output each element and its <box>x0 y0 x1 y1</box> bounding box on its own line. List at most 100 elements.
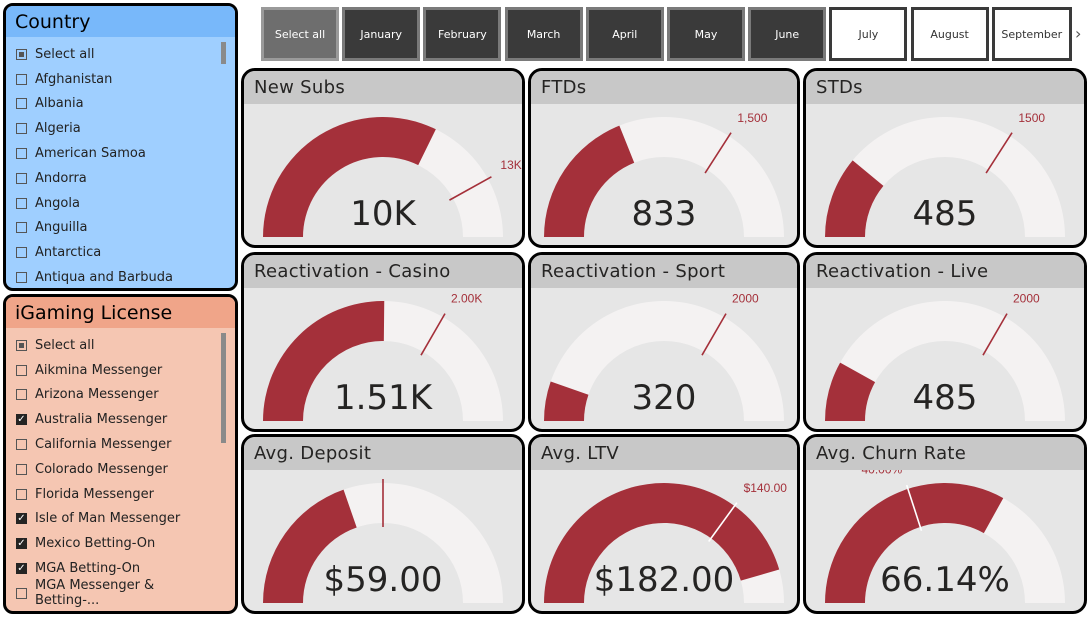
checkbox[interactable] <box>16 339 27 351</box>
country-item-label: Antiqua and Barbuda <box>35 270 173 286</box>
country-item-label: Antarctica <box>35 245 102 261</box>
checkbox[interactable] <box>16 439 27 451</box>
checkbox[interactable] <box>16 247 27 259</box>
month-button[interactable]: Select all <box>261 7 339 61</box>
checkbox[interactable]: ✓ <box>16 563 27 575</box>
gauge-value-arc <box>544 125 635 237</box>
month-button[interactable]: April <box>585 7 664 61</box>
checkbox[interactable] <box>16 488 27 500</box>
kpi-card: Avg. LTV $140.00 $182.00 <box>528 434 800 614</box>
country-item[interactable]: Algeria <box>16 116 221 141</box>
country-item[interactable]: Andorra <box>16 166 221 191</box>
checkbox[interactable] <box>16 222 27 234</box>
checkbox[interactable] <box>16 587 27 599</box>
country-item[interactable]: American Samoa <box>16 141 221 166</box>
checkbox[interactable] <box>16 48 27 60</box>
kpi-card: Reactivation - Live 2000 485 <box>803 252 1087 432</box>
kpi-card-title: Avg. Churn Rate <box>806 437 1084 470</box>
checkbox[interactable]: ✓ <box>16 414 27 426</box>
month-button[interactable]: June <box>748 7 827 61</box>
checkbox[interactable] <box>16 272 27 284</box>
chevron-right-icon[interactable]: › <box>1075 24 1081 43</box>
license-item-label: Australia Messenger <box>35 412 168 428</box>
checkbox[interactable] <box>16 98 27 110</box>
license-item[interactable]: Aikmina Messenger <box>16 358 221 383</box>
month-button[interactable]: August <box>910 7 989 61</box>
license-item-label: Aikmina Messenger <box>35 362 163 378</box>
month-button[interactable]: March <box>504 7 583 61</box>
kpi-card: FTDs 1,500 833 <box>528 68 800 248</box>
license-item[interactable]: ✓ Isle of Man Messenger <box>16 507 221 532</box>
license-slicer: iGaming License Select all Aikmina Messen… <box>3 294 238 614</box>
gauge-value-label: 1.51K <box>334 378 434 418</box>
license-item-label: Colorado Messenger <box>35 461 168 477</box>
country-item-label: Algeria <box>35 121 81 137</box>
country-slicer-title: Country <box>6 6 235 37</box>
month-button[interactable]: May <box>667 7 745 61</box>
month-button[interactable]: July <box>829 7 908 61</box>
country-item-label: Angola <box>35 195 80 211</box>
gauge-value-label: 485 <box>913 378 978 418</box>
gauge-target-label: 1500 <box>1018 111 1045 125</box>
license-item[interactable]: Colorado Messenger <box>16 457 221 482</box>
country-item[interactable]: Albania <box>16 92 221 117</box>
kpi-card-title: Reactivation - Live <box>806 255 1084 288</box>
license-item[interactable]: Arizona Messenger <box>16 383 221 408</box>
checkbox[interactable]: ✓ <box>16 538 27 550</box>
country-item[interactable]: Antiqua and Barbuda <box>16 265 221 288</box>
country-scrollbar[interactable] <box>221 42 226 64</box>
month-button[interactable]: September <box>991 7 1072 61</box>
gauge-chart: 13K 10K <box>263 117 522 237</box>
license-item-label: California Messenger <box>35 437 172 453</box>
kpi-card-title: FTDs <box>531 71 797 104</box>
gauge-chart: 2000 485 <box>825 292 1065 421</box>
country-item-label: Anguilla <box>35 220 88 236</box>
license-list: Select all Aikmina Messenger Arizona Messe… <box>16 333 221 608</box>
checkbox[interactable] <box>16 73 27 85</box>
checkbox[interactable] <box>16 197 27 209</box>
checkbox[interactable] <box>16 463 27 475</box>
gauge-chart: $140.00 $182.00 <box>544 481 787 603</box>
gauge-value-label: $59.00 <box>324 560 443 600</box>
gauge-target-label: 1,500 <box>737 111 767 125</box>
kpi-card-title: Avg. Deposit <box>244 437 522 470</box>
checkbox[interactable]: ✓ <box>16 513 27 525</box>
license-item[interactable]: MGA Messenger & Betting-... <box>16 578 221 608</box>
country-item[interactable]: Antarctica <box>16 240 221 265</box>
license-item-label: Isle of Man Messenger <box>35 511 181 527</box>
checkbox[interactable] <box>16 389 27 401</box>
kpi-card: Avg. Churn Rate40.00% 66.14% <box>803 434 1087 614</box>
country-item[interactable]: Anguilla <box>16 216 221 241</box>
kpi-card-title: STDs <box>806 71 1084 104</box>
gauge-target-label: 40.00% <box>862 470 903 476</box>
country-item[interactable]: Angola <box>16 191 221 216</box>
kpi-card: New Subs 13K 10K <box>241 68 525 248</box>
license-item[interactable]: ✓ Australia Messenger <box>16 407 221 432</box>
license-scrollbar[interactable] <box>221 333 226 443</box>
gauge-chart: 1500 485 <box>825 111 1065 237</box>
license-item[interactable]: Select all <box>16 333 221 358</box>
license-item[interactable]: ✓ Mexico Betting-On <box>16 531 221 556</box>
month-button[interactable]: February <box>423 7 502 61</box>
month-button[interactable]: January <box>342 7 421 61</box>
country-slicer: Country Select all Afghanistan Albania Alge… <box>3 3 238 291</box>
license-item-label: Florida Messenger <box>35 486 154 502</box>
checkbox[interactable] <box>16 123 27 135</box>
checkbox[interactable] <box>16 172 27 184</box>
license-item[interactable]: ✓ MGA Betting-On <box>16 556 221 581</box>
checkbox[interactable] <box>16 364 27 376</box>
gauge-value-label: 833 <box>632 194 697 234</box>
country-item[interactable]: Afghanistan <box>16 67 221 92</box>
gauge-value-label: 485 <box>913 194 978 234</box>
license-item-label: Arizona Messenger <box>35 387 159 403</box>
license-item[interactable]: Florida Messenger <box>16 482 221 507</box>
checkbox[interactable] <box>16 148 27 160</box>
license-item[interactable]: California Messenger <box>16 432 221 457</box>
kpi-card: Avg. Deposit $75.00$59.00 <box>241 434 525 614</box>
country-item-label: Select all <box>35 46 95 62</box>
country-item[interactable]: Select all <box>16 42 221 67</box>
kpi-card: STDs 1500 485 <box>803 68 1087 248</box>
gauge-target-label: 2000 <box>732 292 759 306</box>
kpi-card-title: Reactivation - Sport <box>531 255 797 288</box>
gauge-value-label: $182.00 <box>594 560 735 600</box>
